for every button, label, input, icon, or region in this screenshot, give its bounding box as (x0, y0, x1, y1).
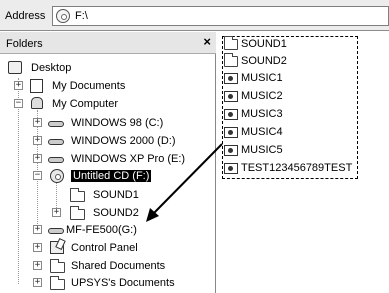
collapse-icon[interactable]: − (14, 99, 23, 108)
folder-icon (70, 206, 85, 220)
expand-icon[interactable]: + (33, 154, 42, 163)
tree-item-label: Desktop (31, 62, 72, 74)
audio-file-icon (224, 163, 238, 174)
tree-item-label: WINDOWS XP Pro (E:) (71, 153, 186, 165)
file-item-label: TEST123456789TEST (241, 162, 353, 174)
folder-icon (50, 259, 65, 273)
expand-icon[interactable]: + (33, 278, 42, 287)
hard-drive-icon (48, 121, 64, 127)
hard-drive-icon (48, 157, 64, 163)
folders-pane-header: Folders × (0, 32, 216, 54)
audio-file-icon (224, 91, 238, 102)
audio-file-icon (224, 73, 238, 84)
collapse-icon[interactable]: − (33, 171, 42, 180)
hard-drive-icon (48, 139, 64, 145)
tree-item-label-selected: Untitled CD (F:) (71, 170, 152, 182)
folder-icon (224, 36, 238, 50)
file-item-label: SOUND1 (241, 38, 287, 50)
desktop-icon (8, 61, 22, 74)
folder-icon (224, 53, 238, 67)
cd-drive-icon (50, 169, 64, 183)
file-item-label: SOUND2 (241, 55, 287, 67)
address-value: F:\ (75, 10, 88, 22)
tree-item-label: My Documents (52, 80, 126, 92)
folders-pane-title: Folders (6, 38, 43, 50)
file-item-label: MUSIC5 (241, 144, 283, 156)
file-item-label: MUSIC1 (241, 72, 283, 84)
address-bar: Address F:\ (0, 0, 389, 31)
tree-item-label: Control Panel (71, 242, 138, 254)
my-computer-icon (31, 97, 43, 109)
file-item-label: MUSIC3 (241, 108, 283, 120)
tree-item-label: SOUND2 (93, 207, 139, 219)
folder-icon (50, 276, 65, 290)
tree-connector (18, 78, 19, 284)
my-documents-icon (30, 79, 43, 93)
tree-item-label: MF-FE500(G:) (66, 224, 137, 236)
control-panel-icon (50, 241, 64, 254)
tree-item-label: WINDOWS 2000 (D:) (71, 135, 176, 147)
expand-icon[interactable]: + (33, 136, 42, 145)
removable-drive-icon (48, 228, 64, 234)
expand-icon[interactable]: + (14, 81, 23, 90)
expand-icon[interactable]: + (33, 261, 42, 270)
file-item-label: MUSIC4 (241, 126, 283, 138)
tree-item-label: UPSYS's Documents (71, 277, 175, 289)
tree-item-label: Shared Documents (71, 260, 166, 272)
expand-icon[interactable]: + (52, 208, 61, 217)
file-item-label: MUSIC2 (241, 90, 283, 102)
address-label: Address (5, 10, 46, 22)
expand-icon[interactable]: + (33, 118, 42, 127)
tree-item-label: WINDOWS 98 (C:) (71, 117, 164, 129)
audio-file-icon (224, 145, 238, 156)
audio-file-icon (224, 127, 238, 138)
close-icon[interactable]: × (203, 35, 211, 49)
folder-icon (70, 188, 85, 202)
tree-item-label: My Computer (52, 98, 119, 110)
cd-drive-icon (56, 9, 70, 23)
address-input[interactable]: F:\ (52, 6, 389, 26)
audio-file-icon (224, 109, 238, 120)
expand-icon[interactable]: + (33, 243, 42, 252)
expand-icon[interactable]: + (33, 225, 42, 234)
tree-item-label: SOUND1 (93, 189, 139, 201)
